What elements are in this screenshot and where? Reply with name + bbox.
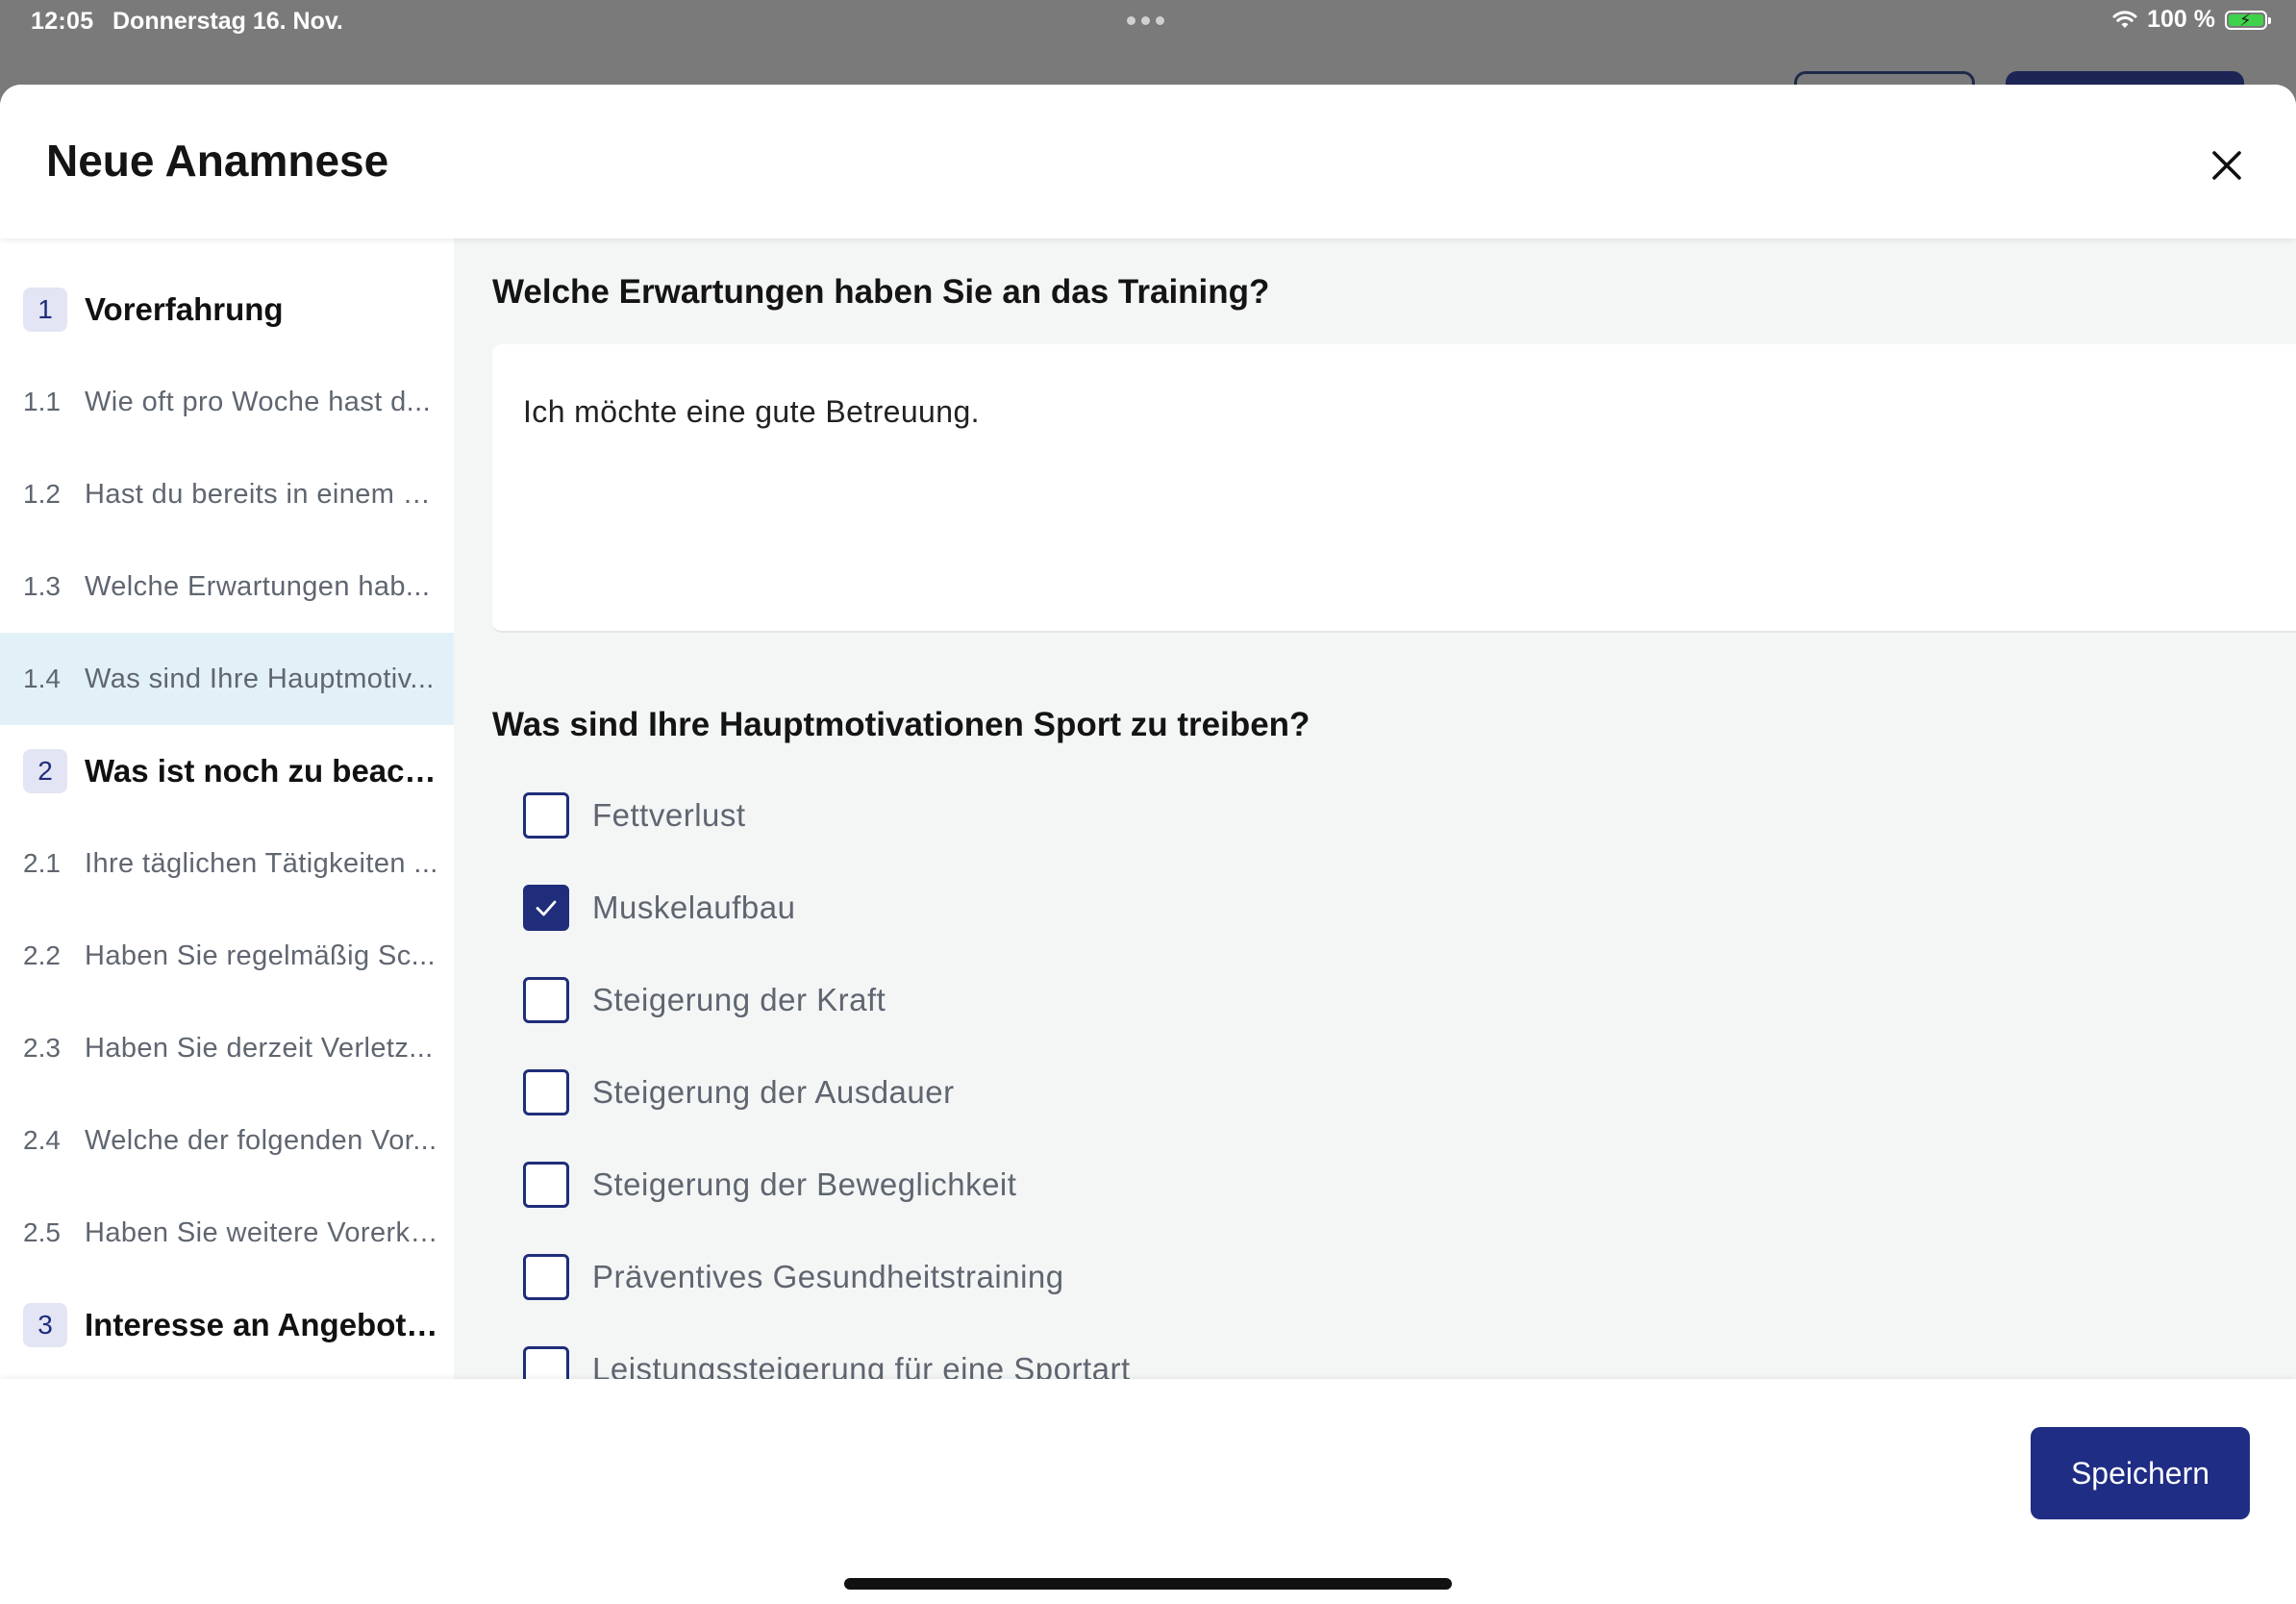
question-number: 2.1 [23,848,61,878]
sidebar-item-label: Was sind Ihre Hauptmotiv... [85,663,435,694]
option-steigerung-kraft[interactable]: Steigerung der Kraft [523,971,886,1029]
question-number: 2.2 [23,940,61,970]
sidebar-section-1[interactable]: 1 Vorerfahrung [0,263,454,356]
option-leistungssteigerung-sportart[interactable]: Leistungssteigerung für eine Sportart [523,1341,1131,1379]
option-label: Steigerung der Ausdauer [592,1074,955,1110]
sidebar-item-2-4[interactable]: 2.4 Welche der folgenden Vor... [0,1094,454,1187]
checkbox-checked[interactable] [523,885,569,931]
sidebar-item-2-2[interactable]: 2.2 Haben Sie regelmäßig Sc... [0,910,454,1002]
question-number: 1.2 [23,479,61,509]
sidebar-section-3[interactable]: 3 Interesse an Angeboten [0,1279,454,1371]
sidebar-section-2[interactable]: 2 Was ist noch zu beachten [0,725,454,817]
sidebar-item-1-2[interactable]: 1.2 Hast du bereits in einem F... [0,448,454,540]
checkbox[interactable] [523,1162,569,1208]
option-label: Fettverlust [592,797,746,833]
question-title-expectations: Welche Erwartungen haben Sie an das Trai… [492,273,1270,311]
home-indicator[interactable] [844,1578,1452,1590]
sidebar-section-label: Interesse an Angeboten [85,1307,440,1342]
sidebar-section-label: Vorerfahrung [85,291,284,327]
option-label: Leistungssteigerung für eine Sportart [592,1351,1131,1379]
option-label: Präventives Gesundheitstraining [592,1259,1064,1294]
sidebar-item-2-1[interactable]: 2.1 Ihre täglichen Tätigkeiten ... [0,817,454,910]
sheet-footer: Speichern [0,1379,2296,1604]
option-label: Muskelaufbau [592,890,796,925]
sidebar-section-label: Was ist noch zu beachten [85,753,440,789]
section-number-badge: 1 [23,288,67,332]
checkbox[interactable] [523,792,569,839]
close-icon [2212,151,2241,180]
sidebar-item-1-3[interactable]: 1.3 Welche Erwartungen hab... [0,540,454,633]
question-number: 2.5 [23,1217,61,1247]
sidebar-item-2-3[interactable]: 2.3 Haben Sie derzeit Verletz... [0,1002,454,1094]
question-content: Welche Erwartungen haben Sie an das Trai… [454,238,2296,1379]
sidebar-item-label: Welche Erwartungen hab... [85,570,431,602]
question-navigation-sidebar: 1 Vorerfahrung 1.1 Wie oft pro Woche has… [0,238,454,1379]
option-praeventives-gesundheitstraining[interactable]: Präventives Gesundheitstraining [523,1248,1064,1306]
sidebar-item-label: Wie oft pro Woche hast d... [85,386,432,417]
option-label: Steigerung der Beweglichkeit [592,1166,1017,1202]
expectations-text-area[interactable]: Ich möchte eine gute Betreuung. [492,344,2296,633]
wifi-icon [2112,10,2137,28]
multitasking-dots-icon[interactable] [1127,16,1164,25]
question-number: 1.1 [23,387,61,416]
question-number: 2.3 [23,1033,61,1063]
battery-icon: ⚡ [2225,10,2271,30]
checkbox[interactable] [523,977,569,1023]
checkbox[interactable] [523,1254,569,1300]
close-button[interactable] [2198,137,2256,194]
anamnese-sheet: Neue Anamnese 1 Vorerfahrung 1.1 Wie oft… [0,85,2296,1604]
option-muskelaufbau[interactable]: Muskelaufbau [523,879,795,937]
checkbox[interactable] [523,1346,569,1379]
option-fettverlust[interactable]: Fettverlust [523,787,746,844]
status-date: Donnerstag 16. Nov. [112,8,343,35]
sidebar-item-label: Haben Sie regelmäßig Sc... [85,940,437,971]
sidebar-item-label: Haben Sie weitere Vorerkr... [85,1216,440,1248]
sidebar-item-label: Hast du bereits in einem F... [85,478,440,510]
sheet-header: Neue Anamnese [0,85,2296,238]
sidebar-item-label: Welche der folgenden Vor... [85,1124,437,1156]
option-steigerung-beweglichkeit[interactable]: Steigerung der Beweglichkeit [523,1156,1016,1214]
status-right: 100 % ⚡ [2112,6,2271,34]
save-button[interactable]: Speichern [2031,1427,2250,1519]
page-title: Neue Anamnese [46,136,389,186]
sidebar-item-label: Ihre täglichen Tätigkeiten ... [85,847,438,879]
status-bar: 12:05 Donnerstag 16. Nov. 100 % ⚡ [0,0,2296,58]
section-number-badge: 2 [23,749,67,793]
question-number: 1.3 [23,571,61,601]
option-label: Steigerung der Kraft [592,982,886,1017]
question-number: 1.4 [23,664,61,693]
sidebar-item-2-5[interactable]: 2.5 Haben Sie weitere Vorerkr... [0,1187,454,1279]
question-title-motivation: Was sind Ihre Hauptmotivationen Sport zu… [492,706,1310,743]
battery-percent: 100 % [2147,6,2215,33]
checkbox[interactable] [523,1069,569,1115]
checkmark-icon [536,900,557,916]
sidebar-item-label: Haben Sie derzeit Verletz... [85,1032,434,1064]
sidebar-item-1-4[interactable]: 1.4 Was sind Ihre Hauptmotiv... [0,633,454,725]
sidebar-item-1-1[interactable]: 1.1 Wie oft pro Woche hast d... [0,356,454,448]
status-time: 12:05 [31,8,94,35]
question-number: 2.4 [23,1125,61,1155]
option-steigerung-ausdauer[interactable]: Steigerung der Ausdauer [523,1064,955,1121]
section-number-badge: 3 [23,1303,67,1347]
